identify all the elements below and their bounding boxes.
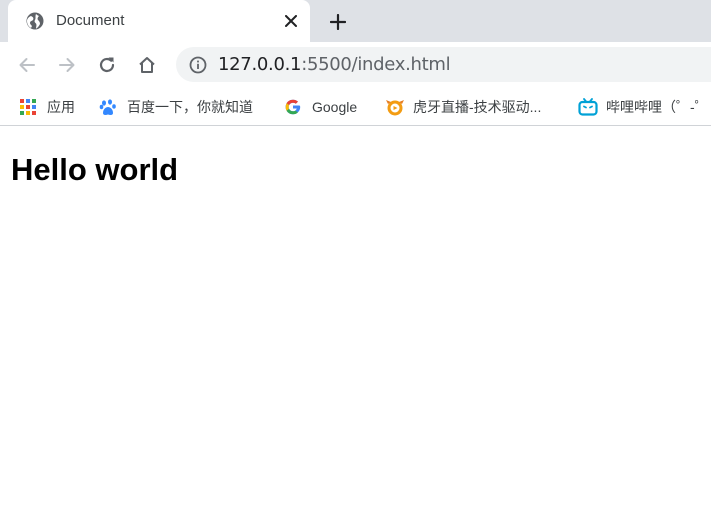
url-host: 127.0.0.1	[218, 54, 302, 75]
toolbar: 127.0.0.1:5500/index.html	[0, 42, 711, 88]
url-text: 127.0.0.1:5500/index.html	[218, 54, 451, 75]
google-g-icon	[284, 98, 302, 116]
bookmark-label: 哔哩哔哩（゜-゜	[606, 99, 709, 115]
page-heading: Hello world	[11, 152, 179, 187]
new-tab-plus-icon[interactable]	[325, 9, 351, 35]
bookmark-google[interactable]: Google	[284, 96, 357, 118]
bookmark-label: 虎牙直播-技术驱动...	[413, 99, 542, 115]
globe-icon	[26, 12, 44, 30]
address-bar[interactable]: 127.0.0.1:5500/index.html	[176, 47, 711, 82]
bookmark-bilibili[interactable]: 哔哩哔哩（゜-゜	[578, 96, 709, 118]
tab-title: Document	[56, 12, 125, 29]
bookmark-apps[interactable]: 应用	[19, 96, 75, 118]
bookmark-baidu[interactable]: 百度一下，你就知道	[99, 96, 253, 118]
close-icon[interactable]	[281, 11, 301, 31]
bookmark-label: Google	[312, 99, 358, 115]
baidu-paw-icon	[99, 98, 117, 116]
home-icon[interactable]	[134, 52, 160, 78]
reload-icon[interactable]	[94, 52, 120, 78]
bookmark-label: 应用	[47, 99, 75, 115]
active-tab[interactable]: Document	[8, 0, 310, 42]
apps-grid-icon	[19, 98, 37, 116]
info-icon[interactable]	[189, 56, 207, 74]
bookmark-huya[interactable]: 虎牙直播-技术驱动...	[385, 96, 541, 118]
forward-arrow-icon[interactable]	[54, 52, 80, 78]
tab-strip: Document	[0, 0, 711, 42]
url-path: :5500/index.html	[301, 54, 451, 75]
bookmarks-bar: 应用 百度一下，你就知道 Google 虎牙直播-技术驱动... 哔哩哔哩（゜-…	[0, 88, 711, 126]
huya-icon	[385, 98, 404, 116]
bilibili-tv-icon	[578, 98, 598, 116]
bookmark-label: 百度一下，你就知道	[127, 99, 253, 115]
back-arrow-icon[interactable]	[14, 52, 40, 78]
